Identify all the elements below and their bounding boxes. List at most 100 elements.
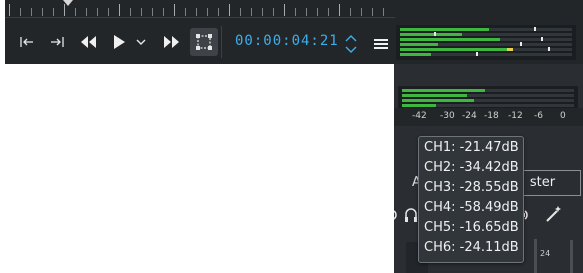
play-button[interactable]	[105, 28, 133, 56]
audio-level-meter	[396, 25, 576, 60]
ruler-tick	[306, 8, 307, 16]
meter-level-fill	[400, 28, 489, 31]
ruler-tick	[218, 8, 219, 16]
ruler-tick	[86, 8, 87, 16]
go-to-start-button[interactable]	[13, 28, 41, 56]
ruler-tick	[163, 8, 164, 16]
ruler-tick	[20, 8, 21, 16]
speaker-icon[interactable]	[394, 206, 402, 224]
magic-wand-icon[interactable]	[544, 204, 562, 224]
ruler-tick	[31, 8, 32, 16]
meter-level-fill	[402, 94, 467, 97]
ruler-tick	[97, 8, 98, 16]
meter-peak-marker	[534, 27, 536, 31]
meter-peak-marker	[548, 47, 550, 51]
go-to-end-icon	[51, 37, 64, 47]
headphones-icon[interactable]	[404, 206, 418, 224]
meter-peak-marker	[434, 32, 436, 36]
meter-channel-row	[402, 94, 574, 97]
ruler-tick	[9, 4, 10, 16]
ruler-tick	[108, 8, 109, 16]
meter-peak-marker	[476, 52, 478, 56]
meter-scale-label: -30	[440, 111, 455, 121]
meter-channel-row	[400, 42, 572, 46]
meter-scale-label: -24	[462, 111, 477, 121]
tooltip-line-ch4: CH4: -58.49dB	[424, 200, 519, 215]
meter-scale-label: -6	[534, 111, 543, 121]
ruler-tick	[273, 8, 274, 16]
fast-forward-button[interactable]	[157, 28, 185, 56]
ruler-tick	[328, 8, 329, 16]
meter-warning-fill	[507, 48, 513, 51]
meter-level-fill	[400, 53, 431, 56]
tooltip-line-ch2: CH2: -34.42dB	[424, 160, 519, 175]
tooltip-line-ch6: CH6: -24.11dB	[424, 240, 519, 255]
ruler-tick	[119, 4, 120, 16]
ruler-tick	[361, 8, 362, 16]
meter-scale-label: -12	[508, 111, 523, 121]
ruler-tick	[196, 8, 197, 16]
ruler-tick	[174, 4, 175, 16]
meter-level-fill	[402, 99, 474, 102]
spin-up-down-icon	[345, 35, 357, 53]
hamburger-menu-button[interactable]	[367, 30, 395, 58]
tooltip-line-ch5: CH5: -16.65dB	[424, 220, 519, 235]
ruler-tick	[53, 8, 54, 16]
balance-slider[interactable]	[570, 240, 573, 273]
meter-level-fill	[402, 89, 485, 92]
ruler-tick	[372, 8, 373, 16]
ruler-tick	[262, 8, 263, 16]
meter-scale-label: -42	[412, 111, 427, 121]
rewind-button[interactable]	[75, 28, 103, 56]
meter-channel-row	[400, 52, 572, 56]
meter-level-fill	[402, 104, 436, 107]
meter-channel-row	[402, 104, 574, 107]
tooltip-line-ch3: CH3: -28.55dB	[424, 180, 519, 195]
meter-level-fill	[400, 38, 500, 41]
play-icon	[114, 35, 125, 49]
ruler-tick	[130, 8, 131, 16]
meter-peak-marker	[541, 37, 543, 41]
play-options-button[interactable]	[131, 28, 151, 56]
channel-levels-tooltip: CH1: -21.47dB CH2: -34.42dB CH3: -28.55d…	[418, 136, 524, 263]
hamburger-menu-icon	[374, 39, 388, 49]
meter-scale-label: 0	[560, 111, 566, 121]
meter-scale-label: -18	[484, 111, 499, 121]
tooltip-line-ch1: CH1: -21.47dB	[424, 140, 519, 155]
ruler-tick	[141, 8, 142, 16]
meter-channel-row	[400, 27, 572, 31]
volume-slider[interactable]	[534, 239, 537, 273]
ruler-tick	[229, 4, 230, 16]
meter-peak-marker	[520, 42, 522, 46]
mixer-level-meter	[398, 86, 578, 108]
volume-value: 24	[540, 249, 551, 258]
ruler-tick	[350, 8, 351, 16]
ruler-tick	[251, 8, 252, 16]
zone-selection-button[interactable]	[190, 28, 218, 56]
meter-scale: -42 -30 -24 -18 -12 -6 0	[394, 108, 583, 126]
playhead-marker[interactable]	[63, 0, 73, 6]
transport-toolbar: 00:00:04:21	[5, 0, 583, 64]
meter-channel-row	[400, 37, 572, 41]
ruler-tick	[207, 8, 208, 16]
meter-level-fill	[400, 33, 462, 36]
ruler-tick	[284, 4, 285, 16]
ruler-tick	[339, 4, 340, 16]
timecode-display[interactable]: 00:00:04:21	[235, 33, 339, 49]
zone-selection-icon	[196, 34, 212, 50]
ruler-tick	[152, 8, 153, 16]
go-to-end-button[interactable]	[43, 28, 71, 56]
timecode-spinner[interactable]	[344, 33, 358, 55]
meter-channel-row	[402, 89, 574, 92]
fast-forward-icon	[164, 36, 179, 48]
toolbar-separator	[221, 26, 222, 58]
ruler-tick	[185, 8, 186, 16]
meter-level-fill	[400, 43, 438, 46]
go-to-start-icon	[20, 37, 33, 47]
meter-channel-row	[400, 32, 572, 36]
ruler-tick	[240, 8, 241, 16]
meter-level-fill	[400, 48, 507, 51]
ruler-tick	[42, 8, 43, 16]
play-options-chevron-icon	[136, 39, 146, 45]
ruler-tick	[295, 8, 296, 16]
